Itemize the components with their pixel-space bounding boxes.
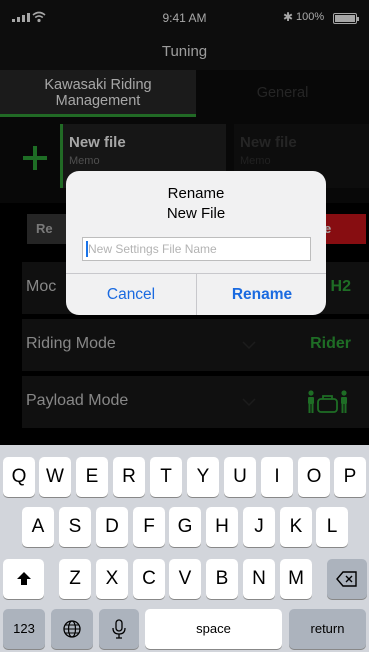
- key-x[interactable]: X: [96, 559, 128, 599]
- microphone-icon: [112, 619, 126, 639]
- dialog-subtitle: New File: [166, 205, 226, 222]
- key-f[interactable]: F: [133, 507, 165, 547]
- shift-key[interactable]: [3, 559, 44, 599]
- key-v[interactable]: V: [169, 559, 201, 599]
- cancel-button[interactable]: Cancel: [66, 274, 196, 315]
- key-l[interactable]: L: [316, 507, 348, 547]
- key-m[interactable]: M: [280, 559, 312, 599]
- key-u[interactable]: U: [224, 457, 256, 497]
- key-j[interactable]: J: [243, 507, 275, 547]
- backspace-key[interactable]: [327, 559, 367, 599]
- key-d[interactable]: D: [96, 507, 128, 547]
- key-p[interactable]: P: [334, 457, 366, 497]
- key-e[interactable]: E: [76, 457, 108, 497]
- text-cursor: [86, 241, 88, 257]
- key-a[interactable]: A: [22, 507, 54, 547]
- globe-key[interactable]: [51, 609, 93, 649]
- file-name-field[interactable]: [82, 237, 311, 261]
- dictation-key[interactable]: [99, 609, 139, 649]
- key-g[interactable]: G: [169, 507, 201, 547]
- file-name-input[interactable]: [83, 238, 310, 260]
- key-w[interactable]: W: [39, 457, 71, 497]
- key-h[interactable]: H: [206, 507, 238, 547]
- numbers-key[interactable]: 123: [3, 609, 45, 649]
- keyboard: Q W E R T Y U I O P A S D F G H J K L Z …: [0, 445, 369, 652]
- key-z[interactable]: Z: [59, 559, 91, 599]
- space-key[interactable]: space: [145, 609, 282, 649]
- key-t[interactable]: T: [150, 457, 182, 497]
- key-i[interactable]: I: [261, 457, 293, 497]
- key-c[interactable]: C: [133, 559, 165, 599]
- key-o[interactable]: O: [298, 457, 330, 497]
- key-y[interactable]: Y: [187, 457, 219, 497]
- dialog-title: Rename: [167, 185, 225, 202]
- key-s[interactable]: S: [59, 507, 91, 547]
- key-r[interactable]: R: [113, 457, 145, 497]
- rename-dialog: Rename New File Cancel Rename: [66, 171, 326, 315]
- globe-icon: [63, 620, 81, 638]
- backspace-icon: [336, 571, 357, 587]
- key-n[interactable]: N: [243, 559, 275, 599]
- key-b[interactable]: B: [206, 559, 238, 599]
- return-key[interactable]: return: [289, 609, 366, 649]
- shift-icon: [16, 572, 31, 585]
- key-q[interactable]: Q: [3, 457, 35, 497]
- key-k[interactable]: K: [280, 507, 312, 547]
- rename-button[interactable]: Rename: [197, 274, 326, 315]
